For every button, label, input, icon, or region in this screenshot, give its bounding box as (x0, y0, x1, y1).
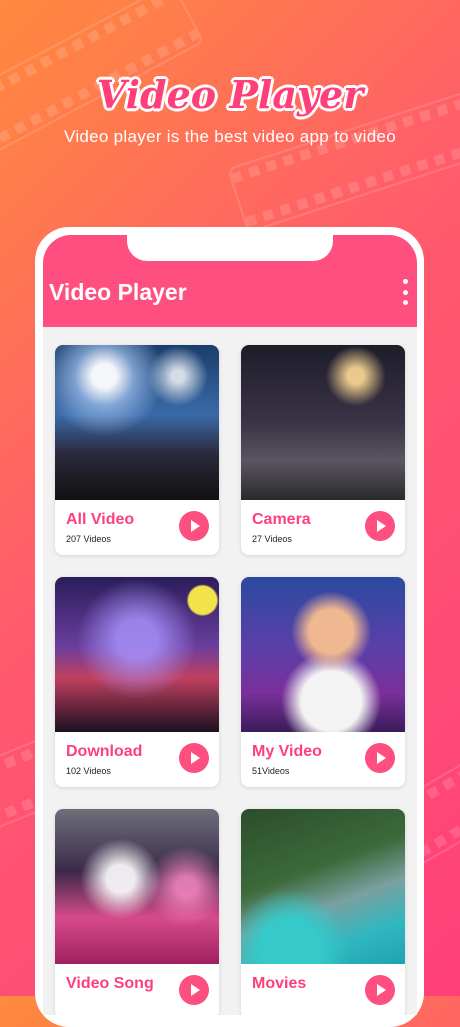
folder-title: Camera (252, 511, 311, 528)
app-title: Video Player (49, 279, 187, 305)
hero-subtitle: Video player is the best video app to vi… (63, 127, 397, 146)
folder-title: All Video (66, 511, 135, 528)
folder-thumbnail (241, 809, 405, 964)
folder-count: 207 Videos (66, 534, 111, 544)
folder-title: Download (66, 743, 143, 760)
play-icon[interactable] (179, 743, 209, 773)
play-icon[interactable] (179, 975, 209, 1005)
play-icon[interactable] (365, 511, 395, 541)
play-icon[interactable] (179, 511, 209, 541)
phone-notch (127, 235, 333, 261)
folder-card-all-video[interactable]: All Video 207 Videos (55, 345, 219, 555)
folder-thumbnail (241, 577, 405, 732)
folder-title: My Video (252, 743, 322, 760)
folder-card-camera[interactable]: Camera 27 Videos (241, 345, 405, 555)
more-vertical-icon[interactable] (399, 279, 411, 305)
folder-thumbnail (55, 577, 219, 732)
folder-thumbnail (55, 345, 219, 500)
folder-card-my-video[interactable]: My Video 51Videos (241, 577, 405, 787)
folder-card-video-song[interactable]: Video Song (55, 809, 219, 1015)
play-icon[interactable] (365, 743, 395, 773)
play-icon[interactable] (365, 975, 395, 1005)
folder-count: 102 Videos (66, 766, 111, 776)
app-screen: Video Player All Video 207 Videos Camera… (43, 235, 417, 1015)
folder-count: 51Videos (252, 766, 290, 776)
folder-thumbnail (241, 345, 405, 500)
folder-count: 27 Videos (252, 534, 292, 544)
folder-card-movies[interactable]: Movies (241, 809, 405, 1015)
folder-title: Movies (252, 975, 307, 992)
folder-card-download[interactable]: Download 102 Videos (55, 577, 219, 787)
folder-thumbnail (55, 809, 219, 964)
hero-title: Video Player (96, 72, 364, 117)
app-bar: Video Player (43, 235, 417, 327)
folder-title: Video Song (66, 975, 154, 992)
